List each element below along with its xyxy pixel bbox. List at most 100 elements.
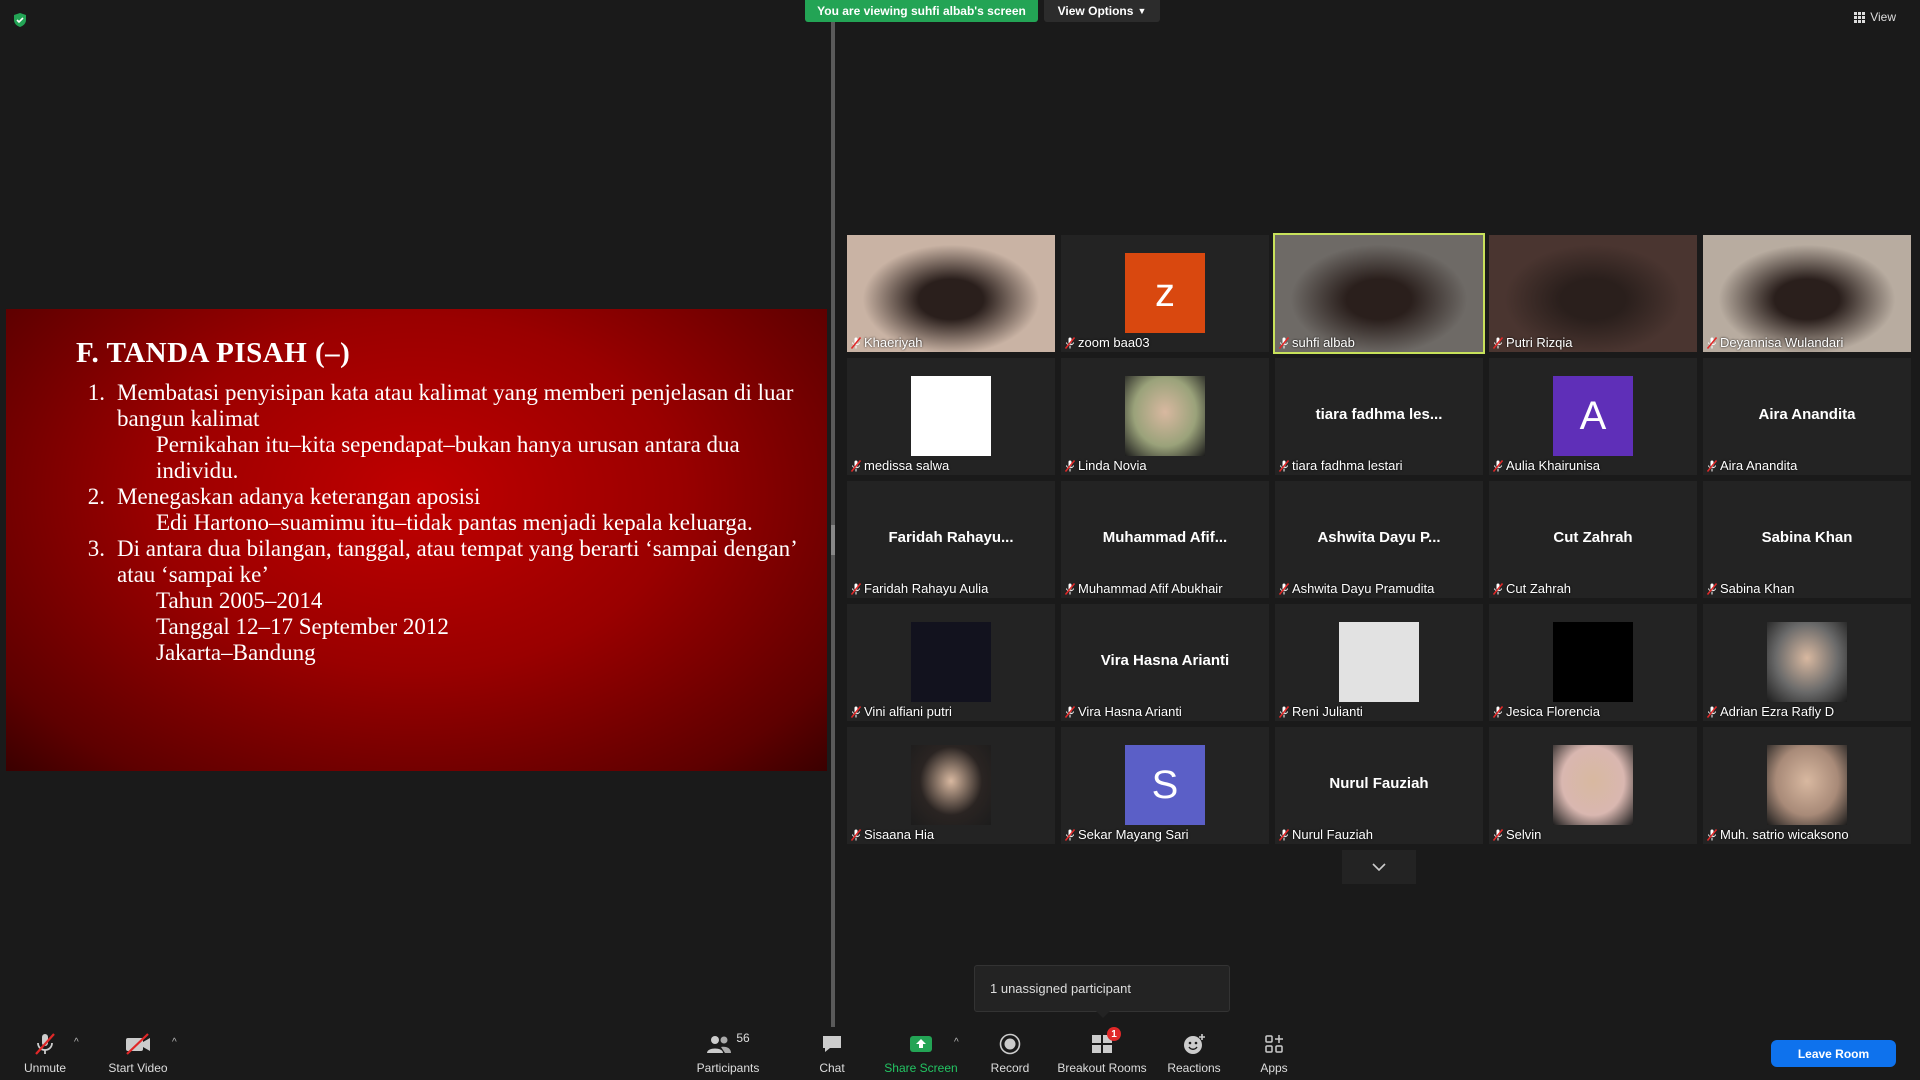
apps-label: Apps <box>1260 1061 1288 1075</box>
participant-tile[interactable]: Vira Hasna Arianti Vira Hasna Arianti <box>1061 604 1269 721</box>
participant-profile-picture <box>911 622 991 702</box>
participant-name: Cut Zahrah <box>1506 581 1572 596</box>
participant-name-label: suhfi albab <box>1278 335 1355 350</box>
chat-button[interactable]: Chat <box>812 1031 852 1075</box>
participant-tile[interactable]: Adrian Ezra Rafly D <box>1703 604 1911 721</box>
breakout-rooms-label: Breakout Rooms <box>1057 1061 1147 1075</box>
share-screen-icon <box>910 1036 932 1052</box>
participant-name: Sisaana Hia <box>864 827 935 842</box>
participant-tile[interactable]: Cut Zahrah Cut Zahrah <box>1489 481 1697 598</box>
participant-name: Muh. satrio wicaksono <box>1720 827 1849 842</box>
screen-share-banner: You are viewing suhfi albab's screen <box>805 0 1038 22</box>
participant-profile-picture <box>1339 622 1419 702</box>
microphone-muted-icon <box>850 705 862 718</box>
participant-name-label: Vini alfiani putri <box>850 704 952 719</box>
participant-tile[interactable]: Selvin <box>1489 727 1697 844</box>
participant-tile[interactable]: Nurul Fauziah Nurul Fauziah <box>1275 727 1483 844</box>
zoom-meeting-window: You are viewing suhfi albab's screen Vie… <box>0 0 1920 1080</box>
participant-name-label: Putri Rizqia <box>1492 335 1572 350</box>
participant-tile[interactable]: Putri Rizqia <box>1489 235 1697 352</box>
chevron-down-icon: ▼ <box>1137 6 1147 16</box>
start-video-button[interactable]: Start Video <box>105 1031 171 1075</box>
view-options-button[interactable]: View Options ▼ <box>1044 0 1160 22</box>
participant-tile[interactable]: tiara fadhma les... tiara fadhma lestari <box>1275 358 1483 475</box>
participant-name: Adrian Ezra Rafly D <box>1720 704 1835 719</box>
share-screen-button[interactable]: Share Screen <box>884 1031 958 1075</box>
participant-profile-picture <box>911 376 991 456</box>
leave-room-button[interactable]: Leave Room <box>1771 1040 1896 1067</box>
participant-avatar: A <box>1553 376 1633 456</box>
participant-tile[interactable]: suhfi albab <box>1273 233 1485 354</box>
participant-tile[interactable]: Aira Anandita Aira Anandita <box>1703 358 1911 475</box>
record-icon <box>999 1033 1021 1055</box>
participant-tile[interactable]: Faridah Rahayu... Faridah Rahayu Aulia <box>847 481 1055 598</box>
participant-name-label: Adrian Ezra Rafly D <box>1706 704 1835 719</box>
share-options-caret[interactable]: ^ <box>954 1037 959 1048</box>
participant-tile[interactable]: A Aulia Khairunisa <box>1489 358 1697 475</box>
participants-button[interactable]: 56 Participants <box>692 1031 764 1075</box>
microphone-muted-icon <box>1278 582 1290 595</box>
breakout-badge: 1 <box>1107 1027 1121 1041</box>
participant-name: medissa salwa <box>864 458 950 473</box>
participant-tile[interactable]: Linda Novia <box>1061 358 1269 475</box>
participant-name-label: Khaeriyah <box>850 335 923 350</box>
participant-profile-picture <box>911 745 991 825</box>
participant-name-label: Faridah Rahayu Aulia <box>850 581 988 596</box>
apps-button[interactable]: Apps <box>1256 1031 1292 1075</box>
microphone-muted-icon <box>1706 828 1718 841</box>
view-button[interactable]: View <box>1854 10 1896 24</box>
participant-tile[interactable]: Vini alfiani putri <box>847 604 1055 721</box>
participant-display-name: Sabina Khan <box>1761 529 1853 546</box>
slide-example: Tahun 2005–2014 <box>156 588 323 613</box>
participant-name-label: Sisaana Hia <box>850 827 935 842</box>
slide-example: Jakarta–Bandung <box>156 640 316 665</box>
participant-tile[interactable]: Sabina Khan Sabina Khan <box>1703 481 1911 598</box>
slide-list-number: 1. <box>87 380 105 405</box>
participant-tile[interactable]: z zoom baa03 <box>1061 235 1269 352</box>
participant-tile[interactable]: Jesica Florencia <box>1489 604 1697 721</box>
participant-name: Sabina Khan <box>1720 581 1795 596</box>
participant-display-name: Muhammad Afif... <box>1102 529 1228 546</box>
participant-tile[interactable]: medissa salwa <box>847 358 1055 475</box>
chat-label: Chat <box>819 1061 845 1075</box>
view-label: View <box>1870 10 1896 24</box>
participant-name-label: Nurul Fauziah <box>1278 827 1373 842</box>
microphone-muted-icon <box>850 336 862 349</box>
participant-display-name: Vira Hasna Arianti <box>1100 652 1230 669</box>
microphone-muted-icon <box>1064 705 1076 718</box>
participant-profile-picture <box>1125 376 1205 456</box>
participant-tile[interactable]: Deyannisa Wulandari <box>1703 235 1911 352</box>
gallery-next-page-button[interactable] <box>1342 850 1416 884</box>
microphone-muted-icon <box>1064 828 1076 841</box>
divider-handle[interactable] <box>831 525 835 555</box>
participant-tile[interactable]: Muhammad Afif... Muhammad Afif Abukhair <box>1061 481 1269 598</box>
audio-options-caret[interactable]: ^ <box>74 1037 79 1048</box>
participant-tile[interactable]: S Sekar Mayang Sari <box>1061 727 1269 844</box>
slide-example: Tanggal 12–17 September 2012 <box>156 614 449 639</box>
microphone-muted-icon <box>1278 459 1290 472</box>
microphone-muted-icon <box>1064 459 1076 472</box>
participant-tile[interactable]: Muh. satrio wicaksono <box>1703 727 1911 844</box>
participants-label: Participants <box>696 1061 760 1075</box>
security-shield-icon[interactable] <box>12 12 28 28</box>
participant-tile[interactable]: Sisaana Hia <box>847 727 1055 844</box>
participant-name: tiara fadhma lestari <box>1292 458 1403 473</box>
record-label: Record <box>990 1061 1030 1075</box>
reactions-button[interactable]: Reactions <box>1166 1031 1222 1075</box>
participant-name: Jesica Florencia <box>1506 704 1600 719</box>
slide-list-text: Membatasi penyisipan kata atau kalimat y… <box>117 380 794 431</box>
participant-name: suhfi albab <box>1292 335 1355 350</box>
microphone-muted-icon <box>1278 705 1290 718</box>
slide-list-item: 1. Membatasi penyisipan kata atau kalimat… <box>76 380 827 432</box>
breakout-rooms-button[interactable]: 1 Breakout Rooms <box>1057 1027 1147 1075</box>
unmute-button[interactable]: Unmute <box>20 1031 70 1075</box>
chevron-down-icon <box>1372 863 1386 871</box>
microphone-muted-icon <box>1278 336 1290 349</box>
participant-tile[interactable]: Khaeriyah <box>847 235 1055 352</box>
slide-list-item: 3. Di antara dua bilangan, tanggal, atau … <box>76 536 827 588</box>
record-button[interactable]: Record <box>990 1031 1030 1075</box>
participant-tile[interactable]: Ashwita Dayu P... Ashwita Dayu Pramudita <box>1275 481 1483 598</box>
participant-tile[interactable]: Reni Julianti <box>1275 604 1483 721</box>
video-options-caret[interactable]: ^ <box>172 1037 177 1048</box>
microphone-muted-icon <box>850 828 862 841</box>
